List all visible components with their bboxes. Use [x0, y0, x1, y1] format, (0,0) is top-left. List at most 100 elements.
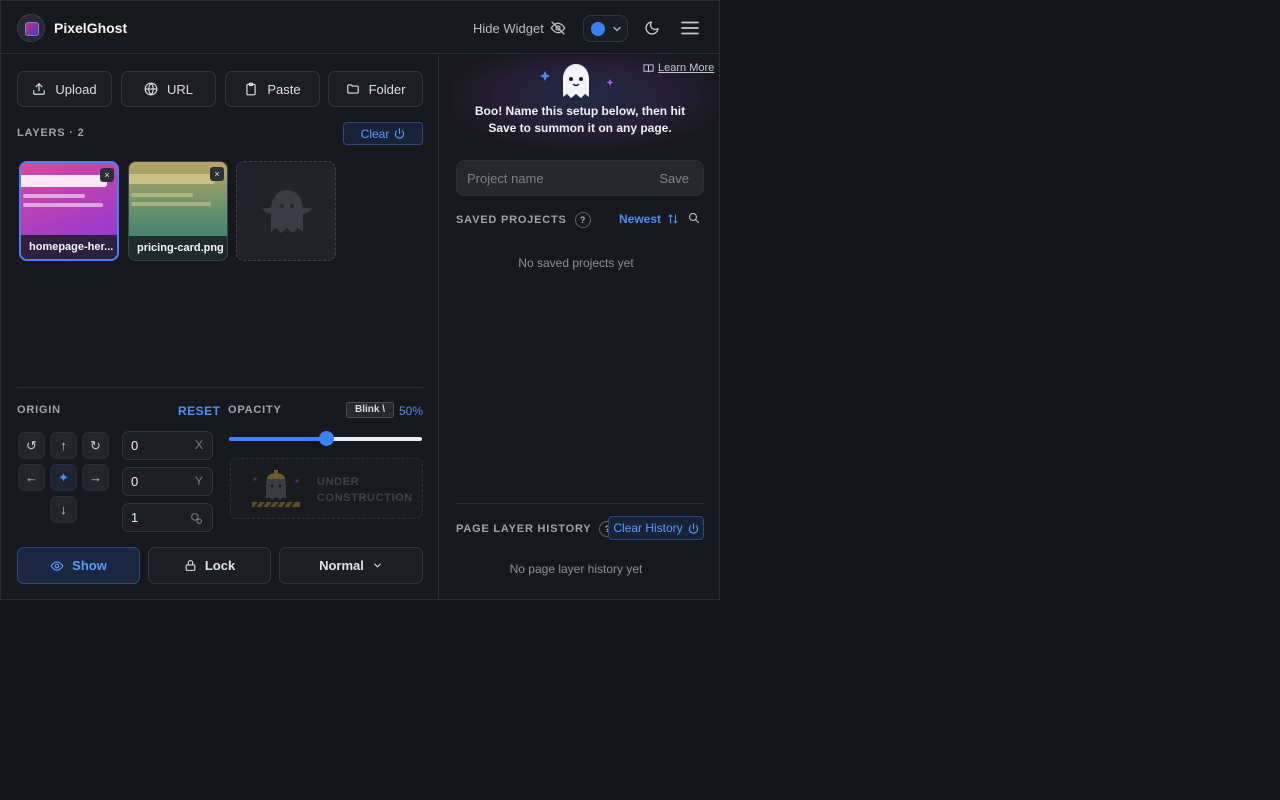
- layers-count-label: LAYERS · 2: [17, 127, 85, 139]
- reset-origin-button[interactable]: RESET: [178, 404, 221, 418]
- url-label: URL: [166, 81, 193, 97]
- power-icon: [688, 522, 698, 534]
- remove-layer-button[interactable]: ×: [210, 167, 224, 181]
- app-logo: [17, 14, 45, 42]
- moon-icon[interactable]: [644, 20, 660, 36]
- saved-projects-label: SAVED PROJECTS: [456, 214, 567, 226]
- rotate-ccw-icon: ↺: [26, 437, 37, 453]
- move-up-button[interactable]: ↑: [50, 432, 77, 459]
- move-right-button[interactable]: →: [82, 464, 109, 491]
- chevron-down-icon: [374, 563, 381, 568]
- layer-thumbnail[interactable]: × homepage-her...: [19, 161, 119, 261]
- scale-value: 1: [131, 510, 139, 525]
- url-button[interactable]: URL: [121, 71, 216, 107]
- sort-label: Newest: [619, 212, 662, 226]
- sparkle-icon: ✦: [58, 469, 69, 485]
- upload-button[interactable]: Upload: [17, 71, 112, 107]
- show-label: Show: [72, 558, 107, 573]
- saved-projects-header: SAVED PROJECTS ?: [456, 212, 591, 228]
- opacity-slider[interactable]: [229, 431, 422, 446]
- x-offset-value: 0: [131, 438, 139, 453]
- section-divider: [456, 503, 704, 504]
- rotate-cw-button[interactable]: ↻: [82, 432, 109, 459]
- under-construction-text: UNDER CONSTRUCTION: [317, 474, 413, 506]
- layer-thumbnail[interactable]: × pricing-card.png: [128, 161, 228, 261]
- thumbnail-preview-bar: [23, 203, 103, 207]
- rotate-cw-icon: ↻: [90, 437, 101, 453]
- section-divider: [17, 387, 423, 388]
- rotate-ccw-button[interactable]: ↺: [18, 432, 45, 459]
- eye-icon: [50, 560, 64, 571]
- learn-more-label: Learn More: [658, 62, 715, 74]
- x-unit-label: X: [194, 438, 203, 452]
- chevron-down-icon: [613, 26, 621, 32]
- y-offset-value: 0: [131, 474, 139, 489]
- ghost-mascot-icon: [540, 64, 614, 98]
- projects-panel: Learn More Boo! Name this setup below, t…: [440, 55, 720, 600]
- save-project-button[interactable]: Save: [659, 171, 689, 186]
- thumbnail-preview-bar: [23, 194, 85, 198]
- hide-widget-label: Hide Widget: [473, 20, 544, 36]
- project-name-input[interactable]: [467, 161, 647, 195]
- folder-button[interactable]: Folder: [328, 71, 423, 107]
- blink-shortcut-badge[interactable]: Blink \: [346, 402, 394, 418]
- construction-ghost-icon: [252, 470, 300, 508]
- x-offset-field[interactable]: 0 X: [122, 431, 213, 460]
- thumbnail-preview-bar: [129, 174, 215, 184]
- opacity-label: OPACITY: [228, 404, 282, 416]
- opacity-slider-fill: [229, 437, 326, 441]
- sort-newest-button[interactable]: Newest: [619, 212, 679, 226]
- clear-history-button[interactable]: Clear History: [608, 516, 704, 540]
- thumbnail-preview-bar: [131, 193, 193, 197]
- folder-label: Folder: [368, 81, 406, 97]
- move-down-button[interactable]: ↓: [50, 496, 77, 523]
- color-picker[interactable]: [583, 15, 628, 42]
- layers-panel: Upload URL Paste Folder LAYERS · 2 Clear…: [1, 55, 439, 600]
- origin-label: ORIGIN: [17, 404, 61, 416]
- layer-name: pricing-card.png: [129, 236, 227, 260]
- clear-label: Clear: [360, 126, 390, 141]
- clipboard-icon: [246, 82, 257, 96]
- y-offset-field[interactable]: 0 Y: [122, 467, 213, 496]
- folder-icon: [346, 84, 359, 94]
- blend-mode-value: Normal: [319, 558, 364, 573]
- opacity-slider-handle[interactable]: [318, 431, 334, 446]
- hide-widget-button[interactable]: Hide Widget: [473, 20, 566, 36]
- lock-icon: [185, 560, 196, 571]
- onboarding-line-1: Boo! Name this setup below, then hit: [474, 104, 686, 118]
- hamburger-menu-icon[interactable]: [681, 21, 699, 35]
- paste-label: Paste: [267, 81, 301, 97]
- y-unit-label: Y: [194, 474, 203, 488]
- eye-off-icon: [550, 21, 566, 35]
- move-left-button[interactable]: ←: [18, 464, 45, 491]
- no-projects-message: No saved projects yet: [518, 256, 634, 270]
- no-history-message: No page layer history yet: [509, 562, 643, 576]
- thumbnail-preview-bar: [131, 202, 211, 206]
- header: PixelGhost Hide Widget: [1, 1, 719, 54]
- show-toggle-button[interactable]: Show: [17, 547, 140, 584]
- clear-layers-button[interactable]: Clear: [343, 122, 423, 145]
- lock-label: Lock: [204, 558, 236, 573]
- blend-mode-select[interactable]: Normal: [279, 547, 423, 584]
- add-layer-slot[interactable]: [236, 161, 336, 261]
- history-header: PAGE LAYER HISTORY ?: [456, 521, 616, 537]
- opacity-value: 50%: [399, 404, 424, 418]
- arrow-down-icon: ↓: [60, 502, 67, 517]
- learn-more-link[interactable]: Learn More: [643, 62, 714, 74]
- upload-icon: [33, 83, 46, 95]
- center-origin-button[interactable]: ✦: [50, 464, 77, 491]
- scale-field[interactable]: 1: [122, 503, 213, 532]
- paste-button[interactable]: Paste: [225, 71, 320, 107]
- book-icon: [643, 63, 654, 72]
- help-icon[interactable]: ?: [574, 212, 591, 228]
- onboarding-line-2: Save to summon it on any page.: [488, 121, 672, 135]
- onboarding-message: Boo! Name this setup below, then hit Sav…: [460, 103, 700, 137]
- search-icon[interactable]: [688, 212, 700, 224]
- construction-line-2: CONSTRUCTION: [317, 492, 413, 504]
- app-title: PixelGhost: [54, 20, 128, 36]
- arrow-up-icon: ↑: [60, 438, 67, 453]
- lock-toggle-button[interactable]: Lock: [148, 547, 271, 584]
- sort-icon: [668, 214, 678, 224]
- ghost-icon: [262, 190, 312, 233]
- remove-layer-button[interactable]: ×: [100, 168, 114, 182]
